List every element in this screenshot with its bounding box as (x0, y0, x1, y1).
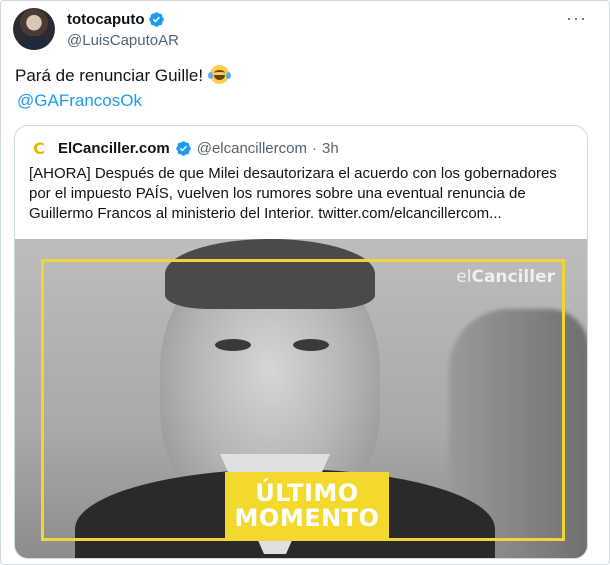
name-row: totocaputo (67, 9, 179, 29)
tweet-text: Pará de renunciar Guille! (15, 65, 231, 87)
display-name[interactable]: totocaputo (67, 11, 144, 28)
quoted-timestamp[interactable]: 3h (322, 140, 339, 157)
laughing-tears-emoji-icon (207, 65, 231, 84)
more-options-icon[interactable]: ··· (566, 9, 587, 27)
quoted-display-name[interactable]: ElCanciller.com (58, 140, 170, 157)
quoted-tweet-header: C ElCanciller.com @elcancillercom · 3h (29, 138, 339, 158)
banner-line-1: ÚLTIMO (255, 479, 359, 507)
separator-dot: · (311, 139, 317, 157)
author-block: totocaputo @LuisCaputoAR (67, 9, 179, 50)
brand-watermark: elCanciller (456, 267, 555, 287)
banner-line-2: MOMENTO (234, 504, 380, 532)
tweet-text-content: Pará de renunciar Guille! (15, 66, 204, 85)
verified-badge-icon (149, 11, 165, 27)
quoted-avatar[interactable]: C (29, 138, 49, 158)
quoted-handle[interactable]: @elcancillercom (197, 140, 307, 157)
quoted-tweet[interactable]: C ElCanciller.com @elcancillercom · 3h [… (14, 125, 588, 559)
avatar[interactable] (13, 8, 55, 50)
tweet-card[interactable]: totocaputo @LuisCaputoAR ··· Pará de ren… (0, 0, 610, 565)
quoted-tweet-text: [AHORA] Después de que Milei desautoriza… (29, 165, 557, 222)
mention-link[interactable]: @GAFrancosOk (17, 91, 142, 111)
brand-name: Canciller (471, 267, 555, 287)
brand-prefix: el (456, 267, 472, 287)
breaking-banner: ÚLTIMO MOMENTO (225, 472, 389, 540)
handle[interactable]: @LuisCaputoAR (67, 32, 179, 49)
banner-text: ÚLTIMO MOMENTO (235, 481, 380, 531)
verified-badge-icon (175, 140, 191, 156)
quoted-tweet-image[interactable]: elCanciller ÚLTIMO MOMENTO (15, 239, 587, 558)
